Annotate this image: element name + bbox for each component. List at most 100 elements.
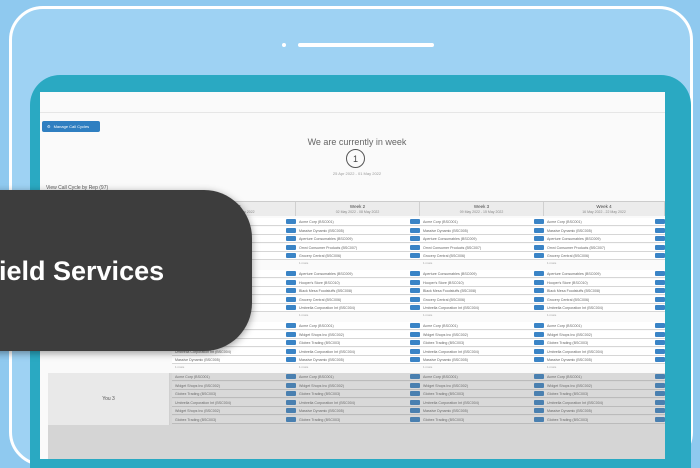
week-2-head[interactable]: Week 2 02 May 2022 - 08 May 2022 [296, 202, 420, 216]
visit-tag-icon[interactable] [286, 305, 296, 310]
call-cycle-cell[interactable]: Umbrella Corporation Int (BSC004) [544, 304, 665, 312]
call-cycle-cell[interactable]: Aperture Consumables (BSC009) [544, 270, 665, 278]
call-cycle-cell[interactable]: Acme Corp (BSC001) [544, 218, 665, 226]
visit-tag-icon[interactable] [655, 288, 665, 293]
visit-tag-icon[interactable] [410, 227, 420, 233]
visit-tag-icon[interactable] [410, 348, 420, 354]
more-link[interactable]: 1 more [420, 365, 432, 369]
visit-tag-icon[interactable] [655, 323, 665, 328]
call-cycle-cell[interactable]: Hooper's Store (BSC010) [420, 278, 544, 287]
call-cycle-cell[interactable]: Acme Corp (BSC001) [296, 322, 420, 330]
week-4-head[interactable]: Week 4 16 May 2022 - 22 May 2022 [544, 202, 665, 216]
call-cycle-cell[interactable]: Aperture Consumables (BSC009) [544, 235, 665, 243]
visit-tag-icon[interactable] [655, 253, 665, 258]
visit-tag-icon[interactable] [286, 288, 296, 293]
call-cycle-cell[interactable]: Black Mesa Foodstuffs (BSC008) [544, 287, 665, 295]
call-cycle-cell[interactable]: Massive Dynamic (BSC005) [544, 356, 665, 364]
call-cycle-cell[interactable]: Widget Shops Inc (BSC002) [420, 330, 544, 339]
call-cycle-cell[interactable]: Umbrella Corporation Int (BSC004) [296, 347, 420, 356]
visit-tag-icon[interactable] [286, 296, 296, 302]
call-cycle-cell[interactable]: Omni Consumer Products (BSC007) [296, 243, 420, 252]
visit-tag-icon[interactable] [410, 219, 420, 224]
call-cycle-cell[interactable]: Massive Dynamic (BSC005) [420, 356, 544, 364]
call-cycle-cell[interactable]: Black Mesa Foodstuffs (BSC008) [420, 287, 544, 295]
call-cycle-cell[interactable]: Omni Consumer Products (BSC007) [544, 243, 665, 252]
visit-tag-icon[interactable] [410, 288, 420, 293]
visit-tag-icon[interactable] [534, 331, 544, 337]
visit-tag-icon[interactable] [286, 236, 296, 241]
call-cycle-cell[interactable]: Hooper's Store (BSC010) [296, 278, 420, 287]
call-cycle-cell[interactable]: Aperture Consumables (BSC009) [420, 270, 544, 278]
visit-tag-icon[interactable] [410, 236, 420, 241]
call-cycle-cell[interactable]: Massive Dynamic (BSC005) [296, 356, 420, 364]
visit-tag-icon[interactable] [534, 340, 544, 345]
call-cycle-cell[interactable]: Grocery Central (BSC006) [296, 295, 420, 304]
visit-tag-icon[interactable] [655, 227, 665, 233]
visit-tag-icon[interactable] [655, 340, 665, 345]
visit-tag-icon[interactable] [286, 323, 296, 328]
call-cycle-cell[interactable]: Widget Shops Inc (BSC002) [544, 330, 665, 339]
manage-call-cycles-button[interactable]: ⚙ Manage Call Cycles [42, 121, 100, 132]
visit-tag-icon[interactable] [534, 305, 544, 310]
visit-tag-icon[interactable] [655, 244, 665, 250]
visit-tag-icon[interactable] [534, 219, 544, 224]
call-cycle-cell[interactable]: Umbrella Corporation Int (BSC004) [420, 347, 544, 356]
more-link[interactable]: 1 more [296, 261, 308, 265]
visit-tag-icon[interactable] [410, 305, 420, 310]
visit-tag-icon[interactable] [655, 271, 665, 276]
visit-tag-icon[interactable] [655, 236, 665, 241]
call-cycle-cell[interactable]: Globex Trading (BSC003) [544, 339, 665, 347]
call-cycle-cell[interactable]: Massive Dynamic (BSC005) [544, 226, 665, 235]
visit-tag-icon[interactable] [286, 340, 296, 345]
visit-tag-icon[interactable] [286, 348, 296, 354]
visit-tag-icon[interactable] [655, 348, 665, 354]
call-cycle-cell[interactable]: Black Mesa Foodstuffs (BSC008) [296, 287, 420, 295]
visit-tag-icon[interactable] [410, 296, 420, 302]
more-link[interactable]: 1 more [420, 313, 432, 317]
visit-tag-icon[interactable] [534, 271, 544, 276]
call-cycle-cell[interactable]: Acme Corp (BSC001) [420, 218, 544, 226]
visit-tag-icon[interactable] [286, 357, 296, 362]
visit-tag-icon[interactable] [410, 357, 420, 362]
visit-tag-icon[interactable] [410, 244, 420, 250]
call-cycle-cell[interactable]: Umbrella Corporation Int (BSC004) [296, 304, 420, 312]
visit-tag-icon[interactable] [286, 253, 296, 258]
call-cycle-cell[interactable]: Massive Dynamic (BSC005) [296, 226, 420, 235]
visit-tag-icon[interactable] [655, 331, 665, 337]
visit-tag-icon[interactable] [534, 279, 544, 285]
visit-tag-icon[interactable] [534, 244, 544, 250]
call-cycle-cell[interactable]: Acme Corp (BSC001) [544, 322, 665, 330]
visit-tag-icon[interactable] [286, 271, 296, 276]
visit-tag-icon[interactable] [534, 323, 544, 328]
visit-tag-icon[interactable] [410, 323, 420, 328]
call-cycle-cell[interactable]: Globex Trading (BSC003) [420, 339, 544, 347]
more-link[interactable]: 1 more [296, 313, 308, 317]
visit-tag-icon[interactable] [410, 331, 420, 337]
call-cycle-cell[interactable]: Grocery Central (BSC006) [420, 295, 544, 304]
visit-tag-icon[interactable] [410, 340, 420, 345]
visit-tag-icon[interactable] [410, 271, 420, 276]
more-link[interactable]: 1 more [544, 313, 556, 317]
call-cycle-cell[interactable]: Hooper's Store (BSC010) [544, 278, 665, 287]
call-cycle-cell[interactable]: Omni Consumer Products (BSC007) [420, 243, 544, 252]
visit-tag-icon[interactable] [534, 348, 544, 354]
visit-tag-icon[interactable] [655, 296, 665, 302]
visit-tag-icon[interactable] [534, 357, 544, 362]
visit-tag-icon[interactable] [655, 279, 665, 285]
visit-tag-icon[interactable] [410, 279, 420, 285]
call-cycle-cell[interactable]: Widget Shops Inc (BSC002) [296, 330, 420, 339]
more-link[interactable]: 1 more [544, 261, 556, 265]
visit-tag-icon[interactable] [534, 296, 544, 302]
call-cycle-cell[interactable]: Massive Dynamic (BSC005) [420, 226, 544, 235]
visit-tag-icon[interactable] [286, 227, 296, 233]
visit-tag-icon[interactable] [286, 244, 296, 250]
visit-tag-icon[interactable] [534, 227, 544, 233]
call-cycle-cell[interactable]: Grocery Central (BSC006) [420, 252, 544, 260]
more-link[interactable]: 1 more [544, 365, 556, 369]
visit-tag-icon[interactable] [534, 288, 544, 293]
visit-tag-icon[interactable] [286, 331, 296, 337]
call-cycle-cell[interactable]: Umbrella Corporation Int (BSC004) [420, 304, 544, 312]
more-link[interactable]: 1 more [172, 365, 184, 369]
call-cycle-cell[interactable]: Acme Corp (BSC001) [420, 322, 544, 330]
call-cycle-cell[interactable]: Grocery Central (BSC006) [296, 252, 420, 260]
